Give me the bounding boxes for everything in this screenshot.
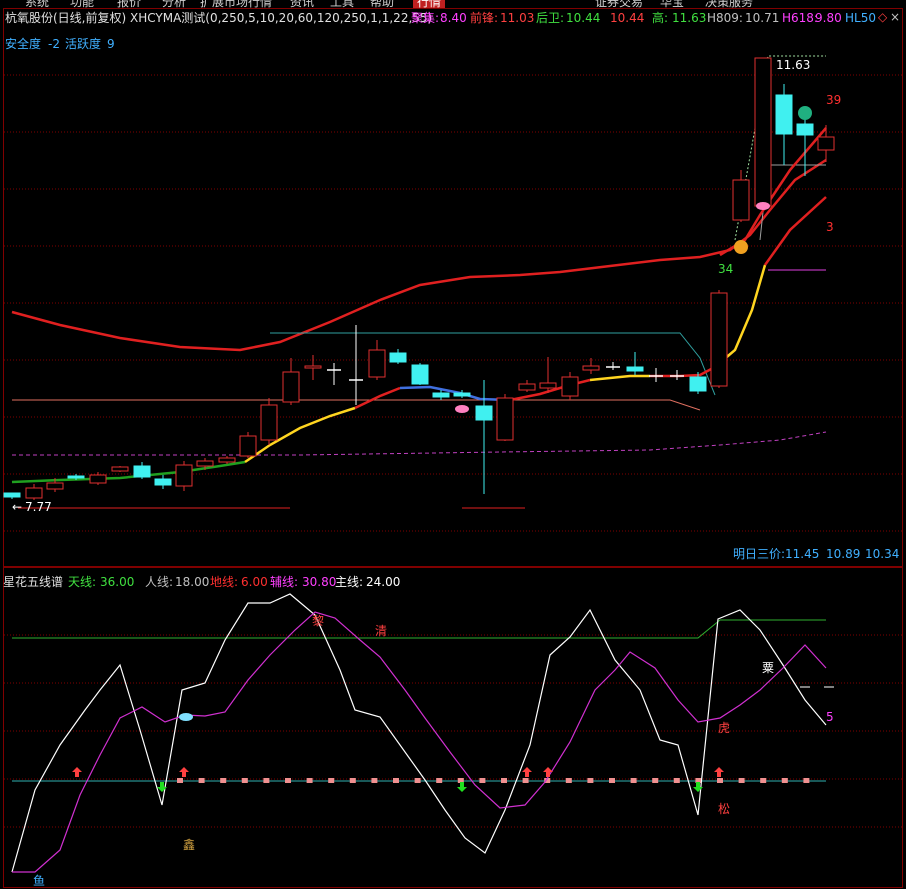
safety-value: -2 — [48, 37, 60, 51]
baseline-dot — [479, 778, 486, 783]
baseline-dot — [349, 778, 356, 783]
label-3: 3 — [826, 220, 834, 234]
tian-value: 36.00 — [100, 575, 135, 589]
up-arrow-icon — [72, 767, 82, 777]
baseline-dot — [241, 778, 248, 783]
baseline-dot — [263, 778, 270, 783]
high-label: 高: — [652, 11, 669, 25]
h809-label: H809: — [707, 11, 743, 25]
fu-value: 30.80 — [302, 575, 337, 589]
baseline-dot — [198, 778, 205, 783]
marker-qing: 清 — [375, 624, 388, 638]
main-line-white — [11, 593, 827, 873]
baseline-dot — [652, 778, 659, 783]
zhu-value: 24.00 — [366, 575, 401, 589]
juji-value: 8.40 — [440, 11, 467, 25]
label-39: 39 — [826, 93, 842, 107]
baseline-dot — [328, 778, 335, 783]
baseline-dot — [565, 778, 572, 783]
tomorrow-v3: 10.34 — [865, 547, 900, 561]
baseline-dot — [371, 778, 378, 783]
marker-yu: 鱼 — [33, 874, 46, 888]
down-arrow-icon — [457, 782, 467, 792]
marker-xin: 鑫 — [183, 838, 196, 852]
baseline-dot — [673, 778, 680, 783]
qianfeng-value: 11.03 — [500, 11, 535, 25]
fu-label: 辅线: — [270, 575, 299, 589]
baseline-dot — [220, 778, 227, 783]
baseline-dot — [436, 778, 443, 783]
marker-song: 松 — [718, 802, 731, 816]
baseline-dot — [306, 778, 313, 783]
marker-5: 5 — [826, 710, 834, 724]
tomorrow-v2: 10.89 — [826, 547, 861, 561]
tomorrow-label: 明日三价: — [733, 547, 786, 561]
gem-icon-3 — [179, 713, 193, 721]
di-label: 地线: — [210, 575, 239, 589]
baseline-dot — [717, 778, 723, 783]
baseline-dot — [393, 778, 399, 783]
main-chart-title: 杭氧股份(日线,前复权) XHCYMA测试(0,250,5,10,20,60,1… — [5, 11, 433, 25]
tian-line — [12, 619, 826, 639]
safety-label: 安全度 — [5, 37, 42, 51]
marker-su: 粟 — [762, 661, 775, 675]
baseline-dot — [781, 778, 788, 783]
tian-label: 天线: — [68, 575, 97, 589]
tomorrow-v1: 11.45 — [785, 547, 820, 561]
diamond-icon[interactable]: ◇ — [878, 10, 887, 24]
baseline-dot — [738, 778, 745, 783]
h618-value: 9.80 — [815, 11, 842, 25]
baseline-dot — [177, 778, 183, 783]
fu-line-magenta — [12, 611, 827, 873]
extra-value: 10.44 — [610, 11, 645, 25]
indicator-chart[interactable] — [0, 0, 906, 889]
marker-hu: 虎 — [718, 721, 731, 735]
up-arrow-icon — [179, 767, 189, 777]
label-34: 34 — [718, 262, 734, 276]
houwei-value: 10.44 — [566, 11, 601, 25]
indicator-title: 星花五线谱 — [3, 575, 64, 589]
baseline-dot — [285, 778, 291, 783]
zhu-label: 主线: — [335, 575, 364, 589]
ren-value: 18.00 — [175, 575, 210, 589]
baseline-dot — [587, 778, 594, 783]
di-value: 6.00 — [241, 575, 268, 589]
baseline-dot — [760, 778, 767, 783]
high-value: 11.63 — [672, 11, 707, 25]
close-icon[interactable]: × — [890, 10, 900, 24]
baseline-dot — [501, 778, 507, 783]
price-low-label: 7.77 — [25, 500, 52, 514]
price-low-arrow-icon: ← — [12, 500, 23, 514]
ren-label: 人线: — [145, 575, 174, 589]
h618-label: H618: — [782, 11, 818, 25]
marker-li: 黎 — [312, 614, 325, 628]
baseline-dot — [522, 778, 529, 783]
up-arrow-icon — [522, 767, 532, 777]
baseline-dot — [414, 778, 421, 783]
baseline-dot — [803, 778, 810, 783]
juji-label: 聚集: — [411, 11, 440, 25]
h809-value: 10.71 — [745, 11, 780, 25]
baseline-dot — [609, 778, 615, 783]
up-arrow-icon — [543, 767, 553, 777]
activity-value: 9 — [107, 37, 115, 51]
price-high-label: 11.63 — [776, 58, 811, 72]
activity-label: 活跃度 — [65, 37, 102, 51]
hl50-label: HL50 — [845, 11, 876, 25]
houwei-label: 后卫: — [536, 11, 565, 25]
qianfeng-label: 前锋: — [470, 11, 499, 25]
up-arrow-icon — [714, 767, 724, 777]
baseline-dot — [630, 778, 637, 783]
